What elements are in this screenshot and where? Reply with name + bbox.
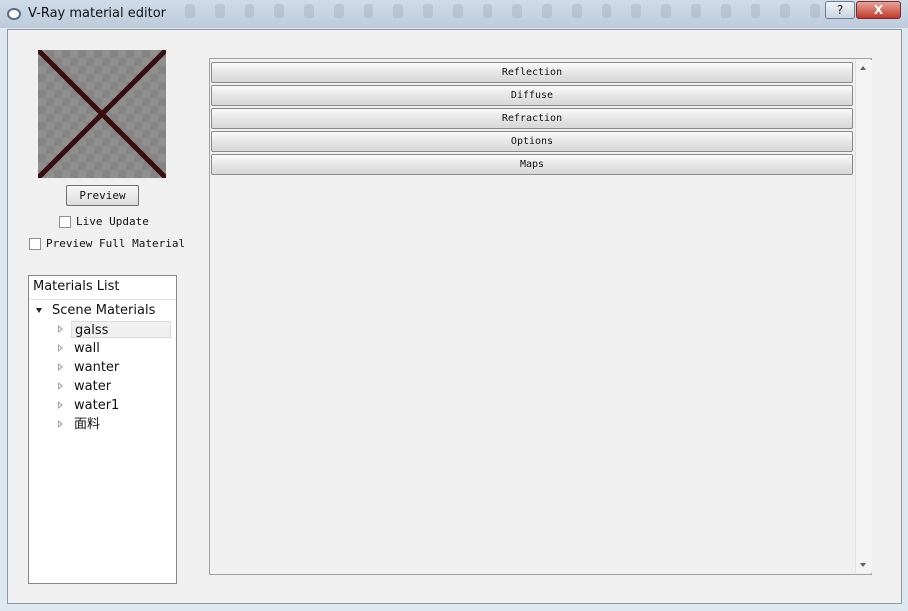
preview-full-material-row[interactable]: Preview Full Material <box>29 237 185 250</box>
scroll-up-icon[interactable] <box>860 66 866 70</box>
rollout-panel[interactable]: Reflection Diffuse Refraction Options Ma… <box>209 58 872 575</box>
no-preview-cross-icon <box>38 50 166 178</box>
tree-item-material[interactable]: water <box>57 377 175 395</box>
close-button[interactable]: X <box>856 1 901 19</box>
live-update-checkbox[interactable] <box>59 215 71 228</box>
materials-list-header: Materials List <box>29 276 176 300</box>
expand-right-icon[interactable] <box>58 401 63 409</box>
tree-node-scene-materials[interactable]: Scene Materials <box>36 303 155 318</box>
expand-right-icon[interactable] <box>58 363 63 371</box>
tree-item-material[interactable]: wall <box>57 339 175 357</box>
preview-full-material-label: Preview Full Material <box>46 237 186 250</box>
expand-down-icon[interactable] <box>36 308 42 313</box>
expand-right-icon[interactable] <box>58 344 63 352</box>
live-update-row[interactable]: Live Update <box>59 215 149 228</box>
material-label: wall <box>74 340 100 356</box>
preview-full-material-checkbox[interactable] <box>29 237 41 250</box>
expand-right-icon[interactable] <box>58 325 63 333</box>
materials-list[interactable]: Materials List Scene Materials galss wal… <box>28 275 177 584</box>
tree-item-material[interactable]: water1 <box>57 396 175 414</box>
tree-item-material[interactable]: 面料 <box>57 415 175 433</box>
rollout-maps[interactable]: Maps <box>211 154 853 175</box>
material-label: water1 <box>74 397 120 413</box>
tree-item-material[interactable]: galss <box>57 320 175 338</box>
title-bar[interactable]: V-Ray material editor ? X <box>0 0 908 28</box>
help-button[interactable]: ? <box>825 1 855 19</box>
material-label: 面料 <box>74 416 101 432</box>
rollout-diffuse[interactable]: Diffuse <box>211 85 853 106</box>
rollout-scrollbar[interactable] <box>855 60 872 573</box>
background-toolbar-strip <box>175 0 820 22</box>
expand-right-icon[interactable] <box>58 420 63 428</box>
editor-client-area: Preview Live Update Preview Full Materia… <box>7 29 902 604</box>
preview-button[interactable]: Preview <box>66 185 139 206</box>
rollout-options[interactable]: Options <box>211 131 853 152</box>
material-label: wanter <box>74 359 120 375</box>
live-update-label: Live Update <box>76 215 149 228</box>
window-title: V-Ray material editor <box>28 6 167 21</box>
material-preview-image <box>38 50 166 178</box>
rollout-reflection[interactable]: Reflection <box>211 62 853 83</box>
material-label: water <box>74 378 112 394</box>
app-icon <box>7 8 21 20</box>
expand-right-icon[interactable] <box>58 382 63 390</box>
scroll-down-icon[interactable] <box>860 563 866 567</box>
tree-item-material[interactable]: wanter <box>57 358 175 376</box>
material-label: galss <box>71 320 171 338</box>
rollout-refraction[interactable]: Refraction <box>211 108 853 129</box>
tree-root-label: Scene Materials <box>52 303 156 318</box>
